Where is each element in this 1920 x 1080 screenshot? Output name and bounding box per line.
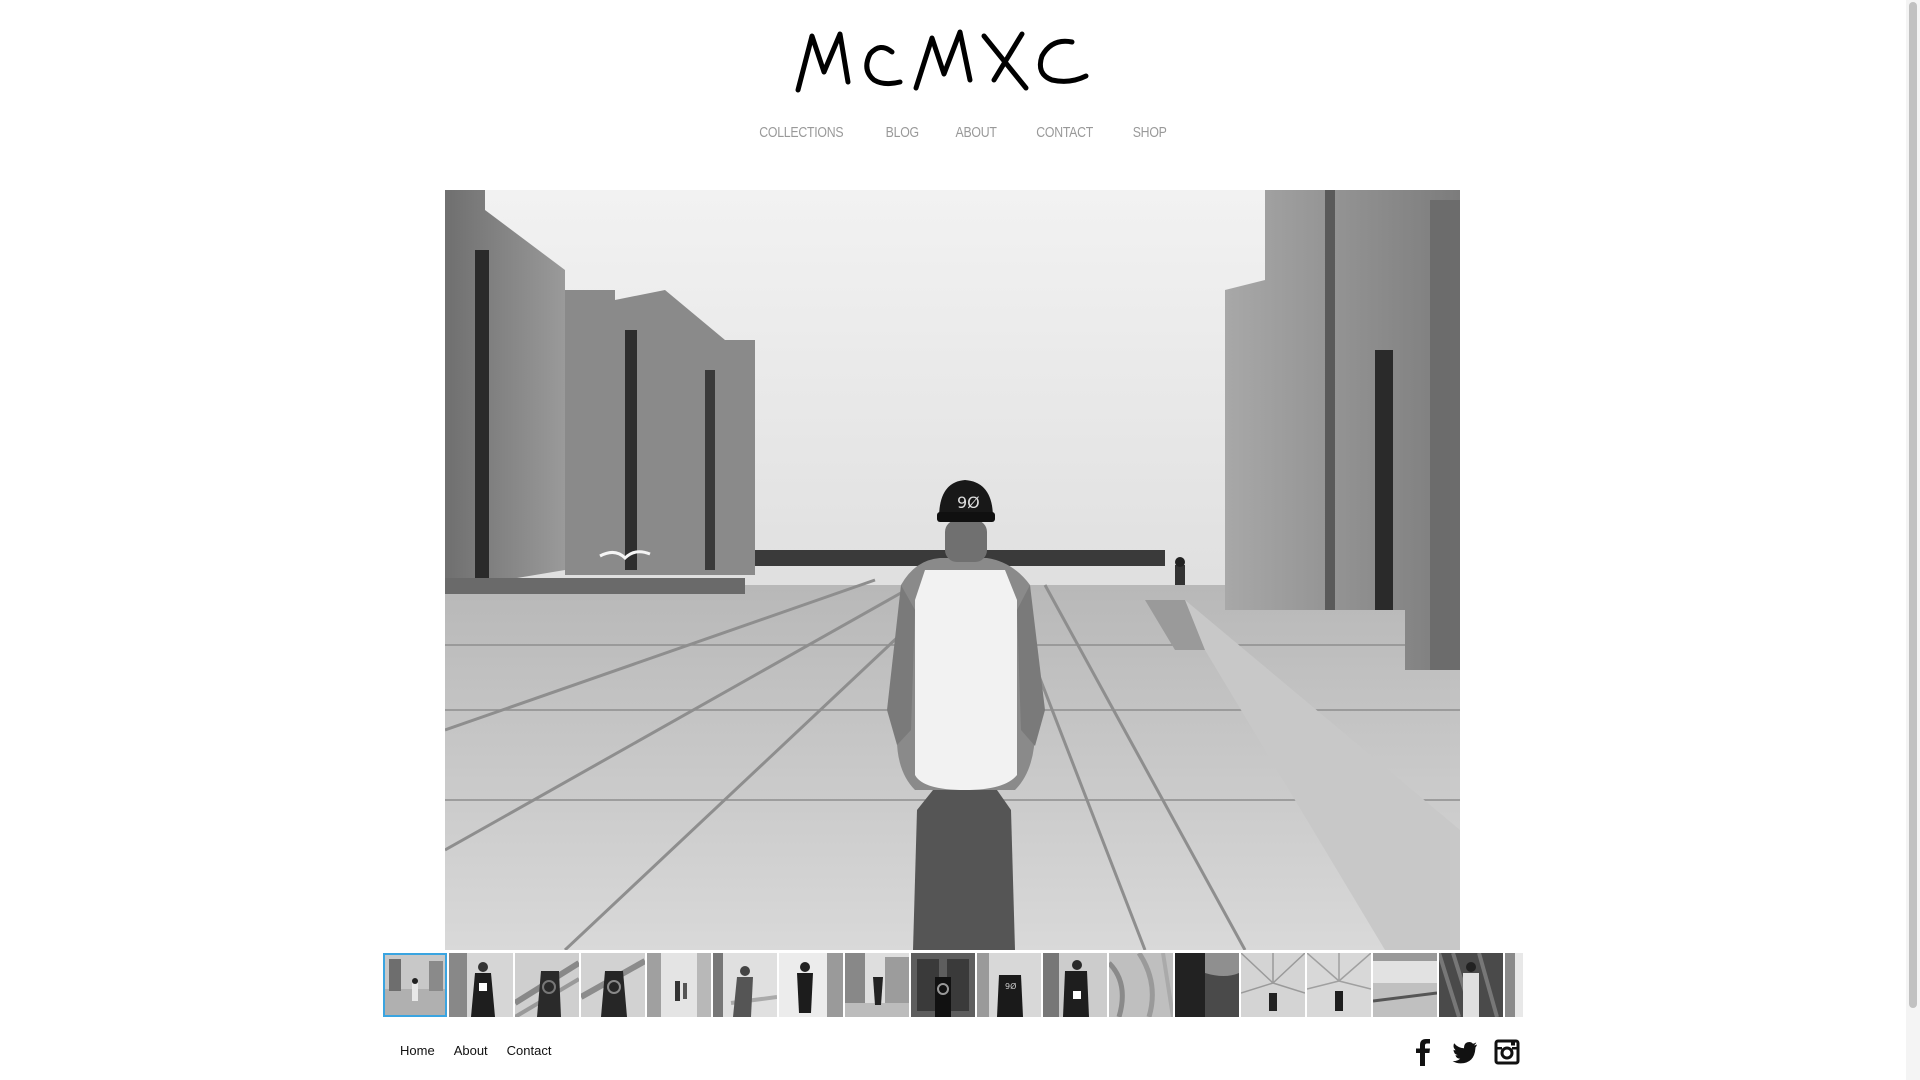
svg-text:9Ø: 9Ø — [957, 493, 980, 512]
social-links — [1410, 1038, 1520, 1066]
thumbnail-7[interactable] — [779, 953, 843, 1017]
thumbnail-17[interactable] — [1439, 953, 1503, 1017]
hero-photo-image: 9Ø — [445, 190, 1460, 950]
page: COLLECTIONS BLOG ABOUT CONTACT SHOP 9Ø 9… — [0, 0, 1920, 1080]
footer-nav: Home About Contact — [400, 1043, 551, 1058]
footer-link-home[interactable]: Home — [400, 1043, 435, 1058]
footer-link-about[interactable]: About — [454, 1043, 488, 1058]
hero-photo[interactable]: 9Ø — [445, 190, 1460, 950]
page-scrollbar[interactable] — [1906, 0, 1920, 1080]
thumbnail-15[interactable] — [1307, 953, 1371, 1017]
thumbnail-6[interactable] — [713, 953, 777, 1017]
thumbnail-9[interactable] — [911, 953, 975, 1017]
nav-shop[interactable]: SHOP — [1132, 124, 1166, 141]
thumbnail-strip: 9Ø — [383, 953, 1523, 1017]
nav-about[interactable]: ABOUT — [956, 124, 997, 141]
nav-collections[interactable]: COLLECTIONS — [759, 124, 843, 141]
twitter-icon[interactable] — [1452, 1038, 1478, 1066]
thumbnail-5[interactable] — [647, 953, 711, 1017]
thumbnail-3[interactable] — [515, 953, 579, 1017]
thumbnail-12[interactable] — [1109, 953, 1173, 1017]
scrollbar-thumb[interactable] — [1909, 2, 1917, 1008]
thumbnail-13[interactable] — [1175, 953, 1239, 1017]
thumbnail-10[interactable]: 9Ø — [977, 953, 1041, 1017]
thumbnail-14[interactable] — [1241, 953, 1305, 1017]
thumbnail-8[interactable] — [845, 953, 909, 1017]
logo-wordmark — [795, 29, 1089, 93]
facebook-icon[interactable] — [1410, 1038, 1436, 1066]
thumbnail-1[interactable] — [383, 953, 447, 1017]
nav-contact[interactable]: CONTACT — [1037, 124, 1094, 141]
site-logo[interactable] — [790, 22, 1090, 100]
thumbnail-16[interactable] — [1373, 953, 1437, 1017]
thumbnail-11[interactable] — [1043, 953, 1107, 1017]
footer-link-contact[interactable]: Contact — [507, 1043, 552, 1058]
main-nav: COLLECTIONS BLOG ABOUT CONTACT SHOP — [0, 124, 1920, 141]
nav-blog[interactable]: BLOG — [885, 124, 918, 141]
instagram-icon[interactable] — [1494, 1038, 1520, 1066]
thumbnail-4[interactable] — [581, 953, 645, 1017]
svg-text:9Ø: 9Ø — [1005, 981, 1016, 991]
thumbnail-2[interactable] — [449, 953, 513, 1017]
thumbnail-18[interactable] — [1505, 953, 1523, 1017]
